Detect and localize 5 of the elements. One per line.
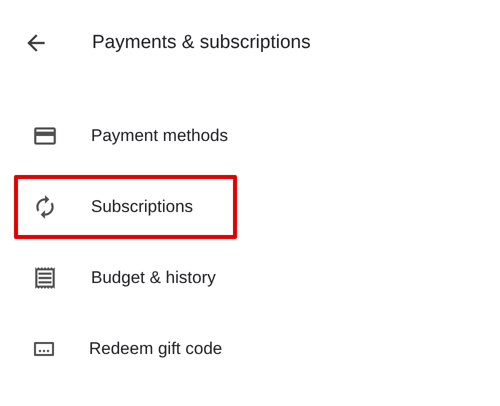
menu-item[interactable]: Subscriptions (14, 174, 237, 238)
menu-item[interactable]: Redeem gift code (14, 316, 237, 380)
menu-item[interactable]: Budget & history (14, 246, 237, 310)
page-title: Payments & subscriptions (92, 30, 311, 55)
menu-item[interactable]: Payment methods (14, 104, 237, 168)
